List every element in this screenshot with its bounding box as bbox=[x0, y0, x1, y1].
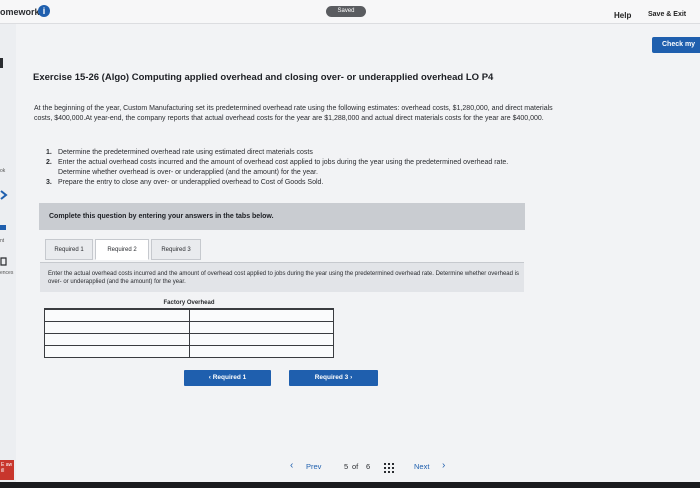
info-icon[interactable]: i bbox=[38, 5, 50, 17]
page-current: 5 bbox=[344, 462, 349, 471]
chevron-right-icon[interactable] bbox=[0, 190, 10, 200]
ebook-badge[interactable]: E aw ill bbox=[0, 460, 14, 480]
top-bar: omework i Saved Help Save & Exit bbox=[0, 0, 700, 24]
exercise-title: Exercise 15-26 (Algo) Computing applied … bbox=[33, 72, 494, 83]
rail-label-ok[interactable]: ok bbox=[0, 168, 5, 174]
prev-page-link[interactable]: Prev bbox=[306, 462, 321, 471]
left-rail: ok nt ences bbox=[0, 24, 16, 488]
table-row bbox=[44, 344, 334, 358]
book-icon[interactable] bbox=[0, 256, 10, 266]
tab-instructions: Enter the actual overhead costs incurred… bbox=[40, 262, 524, 292]
debit-cell[interactable] bbox=[44, 308, 190, 322]
screen-bezel bbox=[0, 482, 700, 488]
step-item: 1. Determine the predetermined overhead r… bbox=[46, 149, 313, 156]
help-button[interactable]: Help bbox=[614, 11, 631, 20]
page-grid-icon[interactable] bbox=[384, 463, 394, 473]
factory-overhead-t-account: Factory Overhead bbox=[44, 298, 334, 358]
app-title: omework bbox=[0, 7, 40, 17]
t-account-title: Factory Overhead bbox=[163, 300, 215, 306]
debit-cell[interactable] bbox=[44, 344, 190, 358]
check-my-work-button[interactable]: Check my bbox=[652, 37, 700, 53]
table-row bbox=[44, 332, 334, 346]
step-item: 3. Prepare the entry to close any over- o… bbox=[46, 179, 324, 186]
rail-label-references[interactable]: ences bbox=[0, 270, 13, 276]
chevron-left-icon[interactable]: ‹ bbox=[290, 460, 293, 471]
credit-cell[interactable] bbox=[188, 308, 334, 322]
previous-required-button[interactable]: ‹ Required 1 bbox=[184, 370, 271, 386]
tab-required-3[interactable]: Required 3 bbox=[151, 239, 201, 260]
table-row bbox=[44, 320, 334, 334]
t-account-table bbox=[44, 308, 334, 358]
debit-cell[interactable] bbox=[44, 320, 190, 334]
instruction-bar: Complete this question by entering your … bbox=[39, 203, 525, 230]
saved-status-badge: Saved bbox=[326, 6, 366, 17]
pin-icon[interactable] bbox=[0, 224, 10, 234]
chevron-right-icon[interactable]: › bbox=[442, 460, 445, 471]
save-exit-button[interactable]: Save & Exit bbox=[648, 11, 686, 18]
arrow-icon[interactable] bbox=[0, 58, 10, 68]
credit-cell[interactable] bbox=[188, 332, 334, 346]
table-row bbox=[44, 308, 334, 322]
credit-cell[interactable] bbox=[188, 344, 334, 358]
exercise-intro: At the beginning of the year, Custom Man… bbox=[34, 105, 553, 122]
tab-required-1[interactable]: Required 1 bbox=[45, 239, 93, 260]
page-total: 6 bbox=[366, 462, 371, 471]
rail-label-nt[interactable]: nt bbox=[0, 238, 4, 244]
chevron-right-icon: › bbox=[348, 374, 353, 381]
debit-cell[interactable] bbox=[44, 332, 190, 346]
tab-required-2[interactable]: Required 2 bbox=[95, 239, 149, 260]
step-item: 2. Enter the actual overhead costs incurr… bbox=[46, 159, 509, 176]
exercise-steps: 1. Determine the predetermined overhead r… bbox=[46, 148, 526, 188]
page-of-label: of bbox=[352, 462, 359, 471]
credit-cell[interactable] bbox=[188, 320, 334, 334]
next-required-button[interactable]: Required 3 › bbox=[289, 370, 378, 386]
next-page-link[interactable]: Next bbox=[414, 462, 429, 471]
